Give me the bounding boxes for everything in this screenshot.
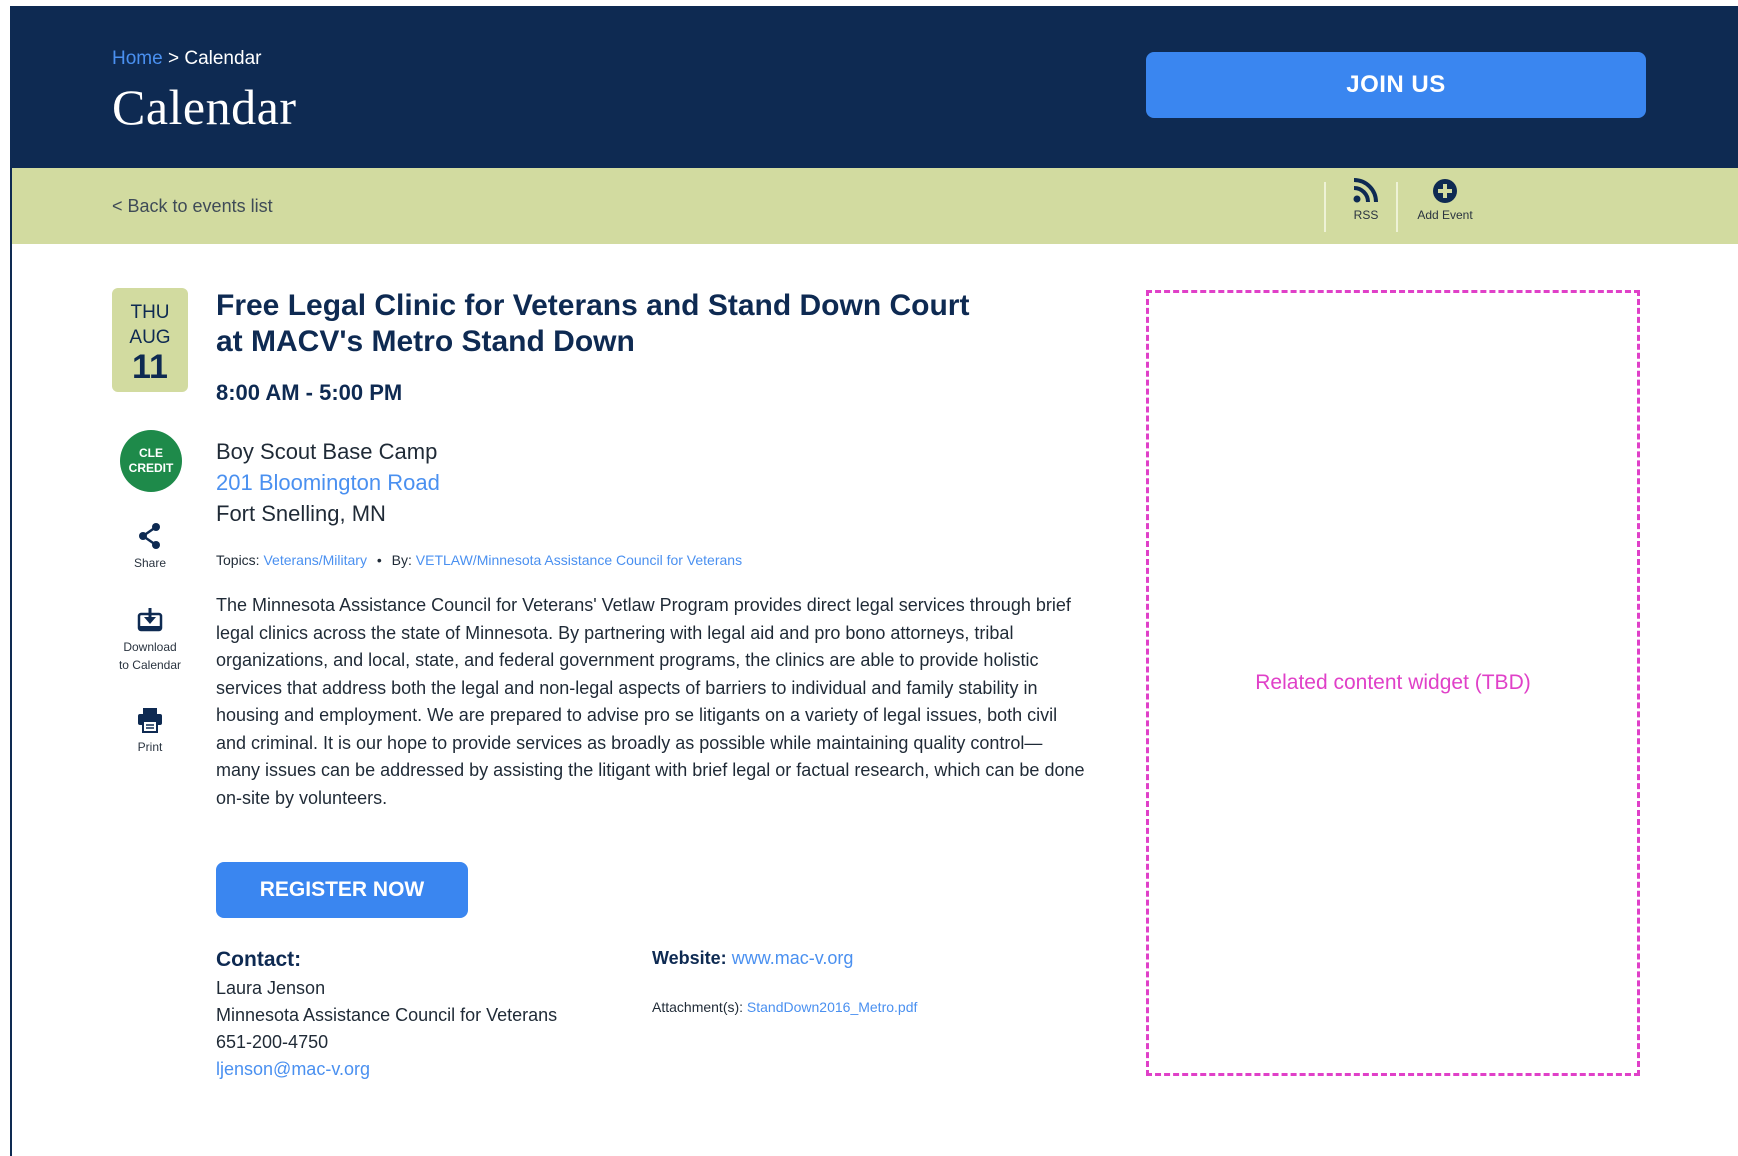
event-date-badge: THU AUG 11 — [112, 288, 188, 392]
breadcrumb-separator: > — [167, 48, 180, 69]
breadcrumb: Home > Calendar — [112, 48, 261, 70]
plus-circle-icon — [1433, 179, 1457, 203]
share-label: Share — [133, 556, 167, 570]
event-title: Free Legal Clinic for Veterans and Stand… — [216, 289, 970, 358]
contact-org: Minnesota Assistance Council for Veteran… — [216, 1005, 558, 1025]
page-frame: Home > Calendar Calendar JOIN US < Back … — [10, 6, 1738, 1156]
join-us-button[interactable]: JOIN US — [1146, 52, 1646, 118]
download-label-line1: Download — [123, 640, 177, 654]
website-block: Website: www.mac-v.org — [652, 948, 853, 969]
printer-icon — [138, 708, 162, 733]
venue-city: Fort Snelling, MN — [216, 501, 386, 526]
download-icon — [137, 608, 163, 632]
separator-dot: • — [376, 552, 382, 568]
date-day: 11 — [132, 348, 168, 386]
event-toolbar: < Back to events list RSS Add Event — [12, 168, 1738, 244]
rss-label: RSS — [1353, 208, 1379, 222]
page-title: Calendar — [112, 79, 297, 135]
share-icon — [139, 523, 160, 549]
site-header: Home > Calendar Calendar JOIN US — [12, 6, 1738, 168]
cle-label: CLE — [139, 446, 163, 460]
contact-name: Laura Jenson — [216, 978, 326, 998]
toolbar-divider — [1396, 182, 1398, 232]
credit-label: CREDIT — [128, 461, 174, 475]
topic-link[interactable]: Veterans/Military — [263, 552, 366, 568]
rss-button[interactable]: RSS — [1346, 178, 1386, 222]
contact-email-link[interactable]: ljenson@mac-v.org — [216, 1056, 557, 1083]
related-content-widget: Related content widget (TBD) — [1146, 290, 1640, 1076]
venue-address-link[interactable]: 201 Bloomington Road — [216, 467, 440, 498]
contact-phone: 651-200-4750 — [216, 1032, 329, 1052]
toolbar-divider — [1324, 182, 1326, 232]
download-label-line2: to Calendar — [118, 658, 182, 672]
event-venue: Boy Scout Base Camp 201 Bloomington Road… — [216, 436, 440, 529]
topics-label: Topics: — [216, 552, 260, 568]
event-topics: Topics: Veterans/Military • By: VETLAW/M… — [216, 552, 742, 568]
widget-placeholder-label: Related content widget (TBD) — [1255, 671, 1531, 694]
add-event-button[interactable]: Add Event — [1412, 178, 1478, 222]
event-time: 8:00 AM - 5:00 PM — [216, 380, 403, 405]
contact-label: Contact: — [216, 948, 302, 971]
attachment-label: Attachment(s): — [652, 999, 744, 1015]
by-label: By: — [391, 552, 412, 568]
venue-name: Boy Scout Base Camp — [216, 439, 438, 464]
breadcrumb-current: Calendar — [184, 48, 262, 69]
date-weekday: THU — [130, 302, 170, 323]
rss-icon — [1353, 178, 1378, 203]
cle-credit-badge: CLE CREDIT — [120, 430, 182, 492]
print-button[interactable]: Print — [105, 706, 195, 756]
organizer-link[interactable]: VETLAW/Minnesota Assistance Council for … — [416, 552, 742, 568]
event-description: The Minnesota Assistance Council for Vet… — [216, 595, 1085, 808]
back-to-events-link[interactable]: < Back to events list — [112, 196, 273, 217]
website-link[interactable]: www.mac-v.org — [732, 948, 854, 968]
add-event-label: Add Event — [1417, 208, 1473, 222]
breadcrumb-home-link[interactable]: Home — [112, 48, 163, 69]
attachment-link[interactable]: StandDown2016_Metro.pdf — [747, 999, 917, 1015]
website-label: Website: — [652, 948, 727, 968]
contact-block: Contact: Laura Jenson Minnesota Assistan… — [216, 946, 557, 1083]
register-now-button[interactable]: REGISTER NOW — [216, 862, 468, 918]
print-label: Print — [137, 740, 163, 754]
date-month: AUG — [129, 327, 171, 348]
share-button[interactable]: Share — [105, 522, 195, 572]
download-calendar-button[interactable]: Download to Calendar — [105, 606, 195, 674]
attachment-block: Attachment(s): StandDown2016_Metro.pdf — [652, 999, 917, 1015]
